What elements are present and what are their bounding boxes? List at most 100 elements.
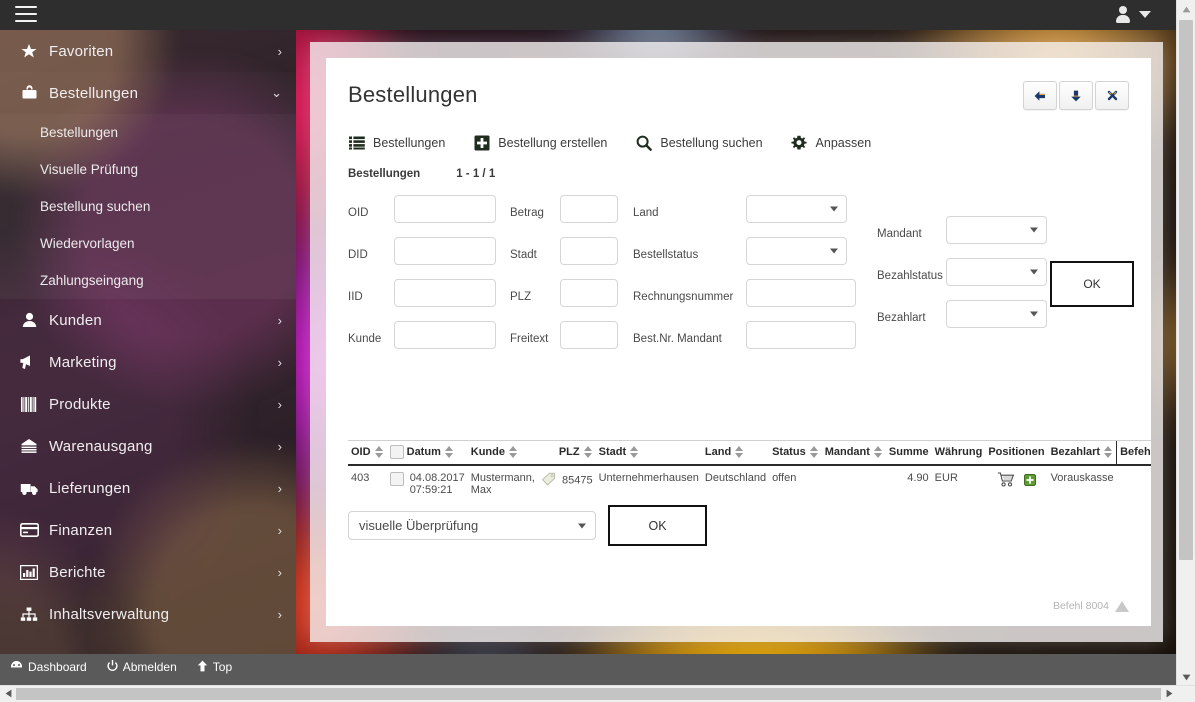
label-stadt: Stadt: [510, 249, 537, 261]
sidebar-item-warenausgang[interactable]: Warenausgang ›: [0, 425, 296, 467]
sort-icon[interactable]: [583, 446, 593, 459]
sort-icon[interactable]: [630, 446, 639, 459]
input-betrag[interactable]: [560, 195, 618, 223]
sidebar-item-produkte[interactable]: Produkte ›: [0, 383, 296, 425]
sidebar-subitem-visuelle-pruefung[interactable]: Visuelle Prüfung: [0, 151, 296, 188]
sidebar-subitem-wiedervorlagen[interactable]: Wiedervorlagen: [0, 225, 296, 262]
sidebar-subitem-label: Bestellung suchen: [40, 199, 151, 214]
toolbar-anpassen[interactable]: Anpassen: [791, 134, 871, 151]
close-button[interactable]: [1095, 81, 1129, 110]
sidebar-subitem-label: Bestellungen: [40, 125, 119, 140]
col-label: Positionen: [988, 446, 1045, 458]
hamburger-menu-icon[interactable]: [15, 6, 37, 24]
select-bezahlstatus[interactable]: [946, 258, 1047, 286]
table-header-row: OID Datum Kunde PLZ Stadt Land Status Ma…: [348, 440, 1151, 466]
col-land[interactable]: Land: [701, 440, 770, 466]
toolbar-bestellung-erstellen[interactable]: Bestellung erstellen: [473, 134, 607, 151]
input-did[interactable]: [394, 237, 496, 265]
footer-top-button[interactable]: Top: [197, 660, 232, 675]
shopping-cart-icon[interactable]: [997, 472, 1015, 490]
chevron-down-icon: [1030, 269, 1038, 275]
col-plz[interactable]: PLZ: [537, 440, 596, 466]
sort-icon[interactable]: [873, 446, 883, 459]
cell-oid: 403: [351, 472, 370, 484]
horizontal-scrollbar-thumb[interactable]: [16, 688, 1161, 700]
sidebar-item-finanzen[interactable]: Finanzen ›: [0, 509, 296, 551]
col-mandant[interactable]: Mandant: [821, 440, 886, 466]
select-mandant[interactable]: [946, 216, 1047, 244]
input-rechnungsnummer[interactable]: [746, 279, 856, 307]
sort-icon[interactable]: [508, 446, 518, 459]
table-row[interactable]: 403 04.08.2017 07:59:21 Mustermann, Max: [348, 465, 1151, 502]
col-stadt[interactable]: Stadt: [595, 440, 702, 466]
sidebar-subitem-bestellungen[interactable]: Bestellungen: [0, 114, 296, 151]
footer-dashboard-button[interactable]: Dashboard: [10, 660, 87, 674]
user-menu[interactable]: [1115, 5, 1151, 23]
cell-stadt: Unternehmerhausen: [598, 472, 699, 484]
col-status[interactable]: Status: [769, 440, 822, 466]
col-bezahlart[interactable]: Bezahlart: [1047, 440, 1117, 466]
sidebar-subitem-zahlungseingang[interactable]: Zahlungseingang: [0, 262, 296, 299]
col-datum[interactable]: Datum: [386, 440, 468, 466]
back-button[interactable]: [1023, 81, 1057, 110]
scroll-up-button[interactable]: [1177, 0, 1195, 18]
col-oid[interactable]: OID: [348, 440, 387, 466]
select-all-checkbox[interactable]: [389, 445, 404, 459]
arrow-down-icon: [1071, 90, 1081, 101]
cell-mandant: [822, 465, 886, 502]
scroll-left-button[interactable]: [0, 686, 16, 701]
sidebar-item-bestellungen[interactable]: Bestellungen ⌄: [0, 72, 296, 114]
toolbar-bestellung-suchen[interactable]: Bestellung suchen: [635, 134, 763, 151]
add-green-icon[interactable]: [1023, 473, 1036, 489]
input-iid[interactable]: [394, 279, 496, 307]
row-checkbox[interactable]: [389, 472, 404, 486]
down-button[interactable]: [1059, 81, 1093, 110]
input-freitext[interactable]: [560, 321, 618, 349]
vertical-scrollbar-thumb[interactable]: [1179, 20, 1193, 560]
bulk-action-ok-button[interactable]: OK: [608, 505, 707, 546]
chevron-right-icon: ›: [277, 564, 282, 580]
input-kunde[interactable]: [394, 321, 496, 349]
horizontal-scrollbar[interactable]: [0, 685, 1195, 702]
chevron-down-icon: [1030, 311, 1038, 317]
sidebar-item-inhaltsverwaltung[interactable]: Inhaltsverwaltung ›: [0, 593, 296, 635]
chevron-right-icon: ›: [277, 396, 282, 412]
sort-icon[interactable]: [735, 446, 744, 459]
sort-icon[interactable]: [444, 446, 454, 458]
user-avatar-icon: [1115, 5, 1131, 23]
select-bestellstatus[interactable]: [746, 237, 847, 265]
sidebar-subitem-bestellung-suchen[interactable]: Bestellung suchen: [0, 188, 296, 225]
vertical-scrollbar[interactable]: [1176, 0, 1195, 686]
footer-logout-button[interactable]: Abmelden: [107, 659, 177, 675]
input-bestnr-mandant[interactable]: [746, 321, 856, 349]
caret-down-icon: [1182, 674, 1190, 680]
sidebar-subitem-label: Wiedervorlagen: [40, 236, 135, 251]
select-land[interactable]: [746, 195, 847, 223]
toolbar-bestellungen[interactable]: Bestellungen: [348, 134, 445, 151]
sidebar-subitem-label: Visuelle Prüfung: [40, 162, 139, 177]
input-plz[interactable]: [560, 279, 618, 307]
sort-icon[interactable]: [374, 446, 384, 459]
scroll-right-button[interactable]: [1161, 686, 1177, 701]
sidebar-item-marketing[interactable]: Marketing ›: [0, 341, 296, 383]
sidebar-item-berichte[interactable]: Berichte ›: [0, 551, 296, 593]
select-bezahlart[interactable]: [946, 300, 1047, 328]
bulk-action-select[interactable]: visuelle Überprüfung: [348, 511, 596, 540]
cell-befehl: [1117, 465, 1151, 502]
search-ok-button[interactable]: OK: [1050, 261, 1134, 307]
sort-icon[interactable]: [1104, 446, 1113, 459]
scroll-down-button[interactable]: [1177, 668, 1195, 686]
list-icon: [348, 134, 365, 151]
col-label: Status: [772, 445, 806, 458]
input-oid[interactable]: [394, 195, 496, 223]
input-stadt[interactable]: [560, 237, 618, 265]
sidebar-item-kunden[interactable]: Kunden ›: [0, 299, 296, 341]
sidebar-item-label: Finanzen: [49, 521, 113, 539]
chevron-right-icon: ›: [277, 438, 282, 454]
col-label: Land: [704, 445, 732, 458]
col-kunde[interactable]: Kunde: [467, 440, 538, 466]
sidebar-item-lieferungen[interactable]: Lieferungen ›: [0, 467, 296, 509]
sidebar-item-favoriten[interactable]: Favoriten ›: [0, 30, 296, 72]
scroll-top-icon[interactable]: [1115, 600, 1129, 612]
sort-icon[interactable]: [809, 446, 819, 459]
